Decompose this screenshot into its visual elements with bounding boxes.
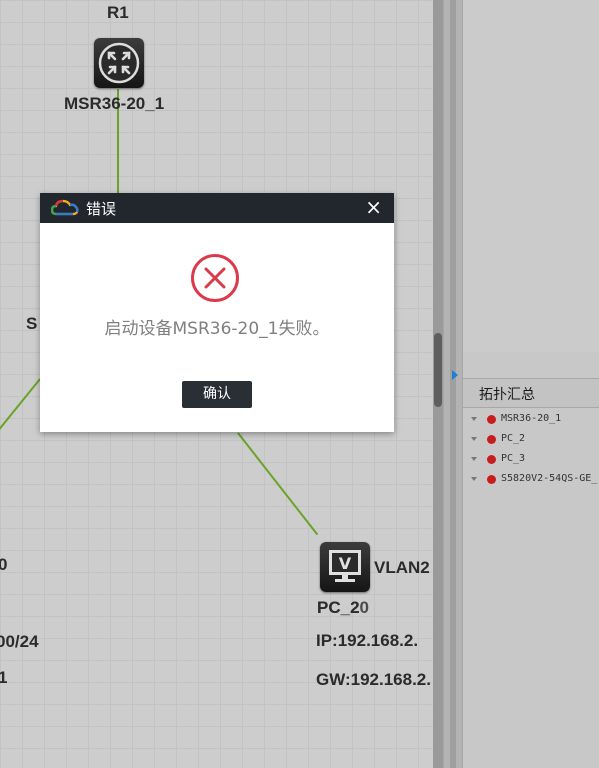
status-dot-icon [487, 455, 496, 464]
dialog-message: 启动设备MSR36-20_1失败。 [104, 319, 330, 339]
tree-item-label: S5820V2-54QS-GE_ [501, 473, 598, 484]
panel-splitter[interactable] [443, 0, 463, 768]
link-switch-left [0, 378, 41, 435]
tree-item-label: MSR36-20_1 [501, 413, 562, 424]
vertical-scrollbar-thumb[interactable] [434, 333, 442, 407]
pc-device[interactable]: V [320, 542, 370, 592]
pc-vlan-label: VLAN2 [374, 558, 430, 577]
pc-ip-label: IP:192.168.2. [316, 631, 419, 650]
tree-item-label: PC_3 [501, 453, 526, 464]
pc-name-label: PC_20 [317, 598, 369, 617]
chevron-down-icon[interactable] [471, 417, 477, 421]
status-dot-icon [487, 415, 496, 424]
splitter-grip [450, 0, 456, 768]
close-icon[interactable]: × [365, 196, 382, 218]
collapse-arrow-icon[interactable] [452, 370, 458, 380]
router-model-label: MSR36-20_1 [64, 94, 165, 113]
tree-item[interactable]: S5820V2-54QS-GE_ [463, 470, 599, 490]
tree-item[interactable]: PC_2 [463, 430, 599, 450]
router-name: R1 [107, 3, 129, 22]
router-icon [98, 42, 140, 84]
right-panel: 拓扑汇总 MSR36-20_1 PC_2 PC_3 S5820V2-54QS-G… [463, 0, 599, 768]
chevron-down-icon[interactable] [471, 457, 477, 461]
status-dot-icon [487, 435, 496, 444]
router-device[interactable] [94, 38, 144, 88]
left-label-mask: 00/24 [0, 632, 39, 651]
tree-item-label: PC_2 [501, 433, 526, 444]
dialog-titlebar[interactable]: 错误 × [40, 193, 394, 223]
monitor-icon: V [329, 550, 361, 582]
topology-canvas[interactable]: R1 MSR36-20_1 S 0 00/24 1 V VLAN2 PC_2 P… [0, 0, 433, 768]
summary-header[interactable]: 拓扑汇总 [463, 378, 599, 408]
error-dialog: 错误 × 启动设备MSR36-20_1失败。 确认 [40, 193, 394, 432]
link-switch-pc [237, 432, 319, 536]
left-label-0: 0 [0, 555, 8, 574]
cloud-logo-icon [51, 199, 79, 216]
chevron-down-icon[interactable] [471, 477, 477, 481]
svg-text:V: V [339, 554, 352, 573]
error-x-icon [191, 254, 239, 302]
right-panel-upper [463, 0, 599, 352]
summary-title: 拓扑汇总 [479, 387, 535, 403]
pc-gw-label: GW:192.168.2. [316, 670, 431, 689]
confirm-button[interactable]: 确认 [182, 381, 252, 408]
tree-item[interactable]: MSR36-20_1 [463, 410, 599, 430]
left-label-1: 1 [0, 668, 8, 687]
tree-item[interactable]: PC_3 [463, 450, 599, 470]
switch-label-partial: S [26, 314, 38, 333]
chevron-down-icon[interactable] [471, 437, 477, 441]
dialog-title: 错误 [86, 200, 117, 218]
status-dot-icon [487, 475, 496, 484]
